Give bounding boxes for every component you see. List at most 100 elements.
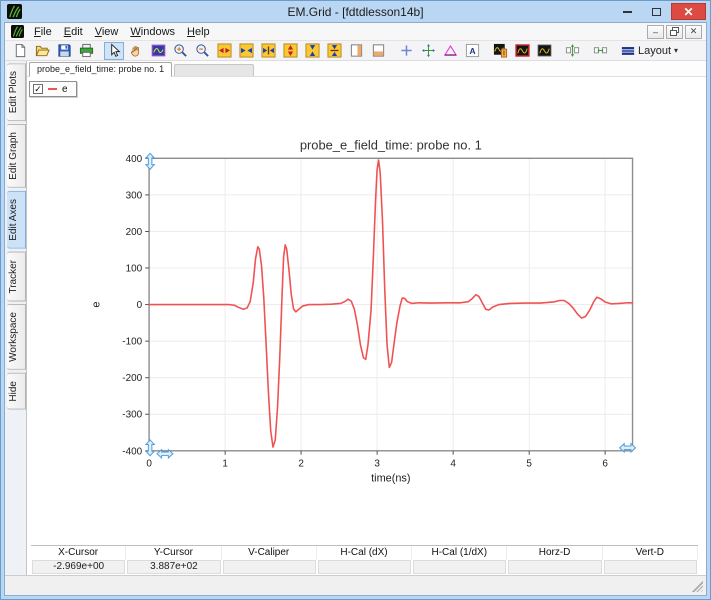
plot-canvas[interactable]: 0123456-400-300-200-1000100200300400prob… (27, 77, 706, 545)
minimize-button[interactable] (613, 3, 642, 20)
app-window: EM.Grid - [fdtdlesson14b] ✕ FileEditView… (0, 0, 711, 600)
readout-value: -2.969e+00 (32, 560, 125, 574)
cursor-cross-icon[interactable] (396, 42, 416, 60)
plot-export-icon[interactable] (490, 42, 510, 60)
page-column-icon[interactable] (346, 42, 366, 60)
cursor-readout-table: X-CursorY-CursorV-CaliperH-Cal (dX)H-Cal… (31, 545, 698, 574)
cursor-readout: X-CursorY-CursorV-CaliperH-Cal (dX)H-Cal… (27, 545, 706, 575)
plot-region: 0123456-400-300-200-1000100200300400prob… (27, 77, 706, 545)
readout-value (223, 560, 316, 574)
x-axis-label: time(ns) (371, 473, 410, 485)
readout-header: X-Cursor (31, 546, 126, 560)
tick-label-x: 1 (222, 459, 228, 470)
readout-value (318, 560, 411, 574)
plot-style-red-icon[interactable] (512, 42, 532, 60)
shrink-x-axis-icon[interactable] (236, 42, 256, 60)
plot-style-icon[interactable] (534, 42, 554, 60)
axis-handle-vertical[interactable] (146, 440, 154, 456)
axes-tracker-icon[interactable] (418, 42, 438, 60)
zoom-in-icon[interactable] (170, 42, 190, 60)
caliper-triangle-icon[interactable] (440, 42, 460, 60)
tick-label-y: 400 (126, 154, 143, 165)
statusbar (5, 575, 706, 595)
zoom-window-icon[interactable] (148, 42, 168, 60)
sidebar-tab-workspace[interactable]: Workspace (7, 304, 26, 370)
svg-text:A: A (469, 46, 475, 56)
sidebar-tab-edit-plots[interactable]: Edit Plots (7, 63, 26, 121)
mdi-restore-button[interactable] (666, 25, 683, 39)
menu-edit[interactable]: Edit (58, 25, 89, 39)
menu-help[interactable]: Help (181, 25, 216, 39)
vertical-distribute-icon[interactable] (562, 42, 582, 60)
zoom-out-icon[interactable] (192, 42, 212, 60)
document-icon (11, 25, 24, 38)
menu-view[interactable]: View (89, 25, 125, 39)
readout-header: H-Cal (1/dX) (412, 546, 507, 560)
readout-header: H-Cal (dX) (317, 546, 412, 560)
main-area: Edit Plots Edit Graph Edit Axes Tracker Work… (5, 61, 706, 575)
sidebar-tab-tracker[interactable]: Tracker (7, 252, 26, 302)
readout-value (508, 560, 601, 574)
tick-label-y: -300 (122, 410, 142, 421)
legend-line-sample (48, 88, 57, 90)
layout-button[interactable]: Layout▾ (617, 42, 682, 60)
app-frame: FileEditViewWindowsHelp – ✕ A Layout▾ Edit… (4, 22, 707, 596)
readout-header: Y-Cursor (126, 546, 221, 560)
tick-label-y: -200 (122, 373, 142, 384)
fit-y-axis-icon[interactable] (324, 42, 344, 60)
document-area: probe_e_field_time: probe no. 1 0123456-… (26, 61, 706, 575)
pan-hand-icon[interactable] (126, 42, 146, 60)
readout-header: Horz-D (507, 546, 602, 560)
plot-legend: ✓e (29, 81, 77, 97)
menubar: FileEditViewWindowsHelp – ✕ (5, 23, 706, 41)
tick-label-x: 5 (526, 459, 532, 470)
mdi-minimize-button[interactable]: – (647, 25, 664, 39)
text-annotation-icon[interactable]: A (462, 42, 482, 60)
document-tab-empty (174, 64, 254, 76)
series-line-e (149, 160, 632, 447)
titlebar: EM.Grid - [fdtdlesson14b] ✕ (1, 1, 710, 22)
menu-windows[interactable]: Windows (124, 25, 181, 39)
fit-x-axis-icon[interactable] (258, 42, 278, 60)
close-button[interactable]: ✕ (671, 3, 706, 20)
readout-value (604, 560, 697, 574)
tick-label-y: -400 (122, 446, 142, 457)
toolbar: A Layout▾ (5, 41, 706, 61)
resize-grip[interactable] (692, 581, 703, 592)
tick-label-x: 3 (374, 459, 380, 470)
menu-file[interactable]: File (28, 25, 58, 39)
shrink-y-axis-icon[interactable] (302, 42, 322, 60)
pointer-select-icon[interactable] (104, 42, 124, 60)
expand-y-axis-icon[interactable] (280, 42, 300, 60)
tick-label-x: 0 (146, 459, 152, 470)
legend-checkbox[interactable]: ✓ (33, 84, 43, 94)
document-tabbar: probe_e_field_time: probe no. 1 (27, 61, 706, 77)
axis-handle-vertical[interactable] (146, 153, 154, 169)
maximize-button[interactable] (642, 3, 671, 20)
save-icon[interactable] (54, 42, 74, 60)
tick-label-y: 200 (126, 227, 143, 238)
chart-title: probe_e_field_time: probe no. 1 (300, 137, 482, 152)
tick-label-x: 2 (298, 459, 304, 470)
tick-label-y: -100 (122, 337, 142, 348)
horizontal-distribute-icon[interactable] (590, 42, 610, 60)
mdi-close-button[interactable]: ✕ (685, 25, 702, 39)
print-icon[interactable] (76, 42, 96, 60)
menu-items: FileEditViewWindowsHelp (28, 25, 216, 39)
readout-value (413, 560, 506, 574)
readout-value: 3.887e+02 (127, 560, 220, 574)
readout-header: V-Caliper (222, 546, 317, 560)
sidebar-tab-edit-axes[interactable]: Edit Axes (7, 191, 26, 249)
page-band-icon[interactable] (368, 42, 388, 60)
tick-label-y: 0 (137, 300, 143, 311)
readout-header: Vert-D (603, 546, 698, 560)
expand-x-axis-icon[interactable] (214, 42, 234, 60)
open-file-icon[interactable] (32, 42, 52, 60)
tick-label-y: 100 (126, 263, 143, 274)
y-axis-label: e (90, 302, 102, 308)
sidebar-tab-hide[interactable]: Hide (7, 373, 26, 410)
window-title: EM.Grid - [fdtdlesson14b] (1, 5, 710, 19)
sidebar-tab-edit-graph[interactable]: Edit Graph (7, 124, 26, 188)
new-file-icon[interactable] (10, 42, 30, 60)
document-tab[interactable]: probe_e_field_time: probe no. 1 (29, 62, 172, 77)
